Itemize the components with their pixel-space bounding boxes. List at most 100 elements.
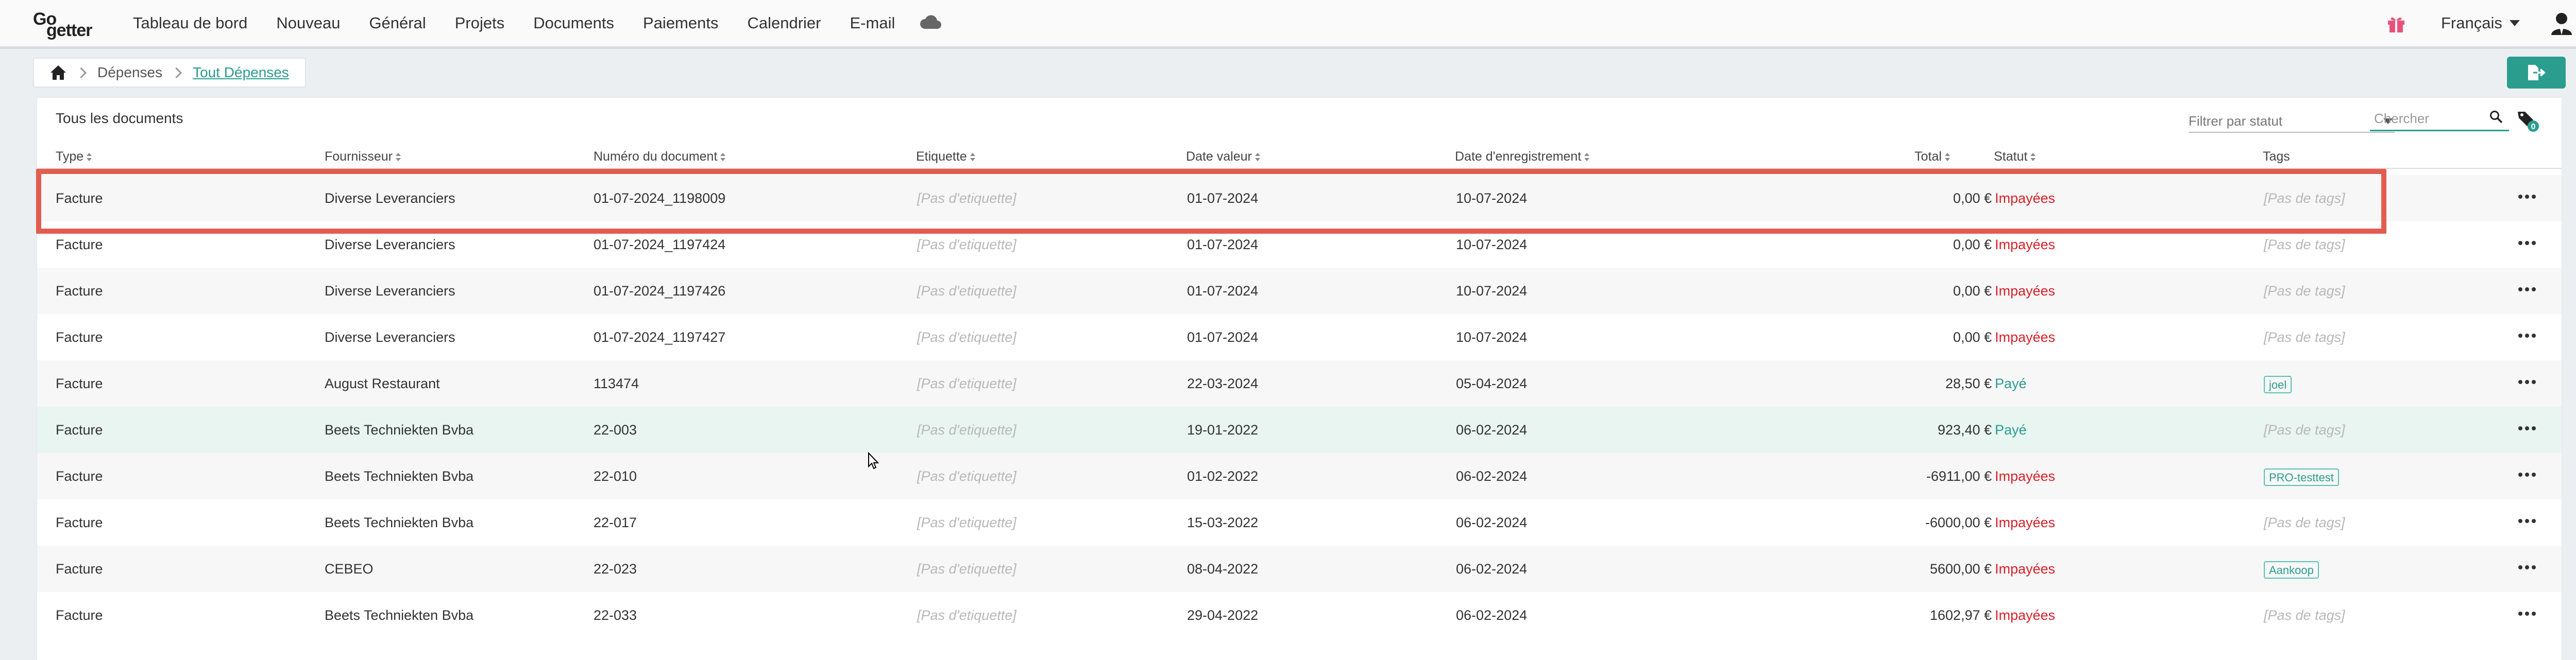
cell-document-number: 01-07-2024_1197424 bbox=[594, 237, 726, 252]
column-header-label: Fournisseur bbox=[325, 149, 393, 164]
cell-value-date: 22-03-2024 bbox=[1187, 376, 1259, 391]
dot bbox=[2532, 426, 2536, 430]
cell-supplier: Diverse Leveranciers bbox=[325, 237, 455, 252]
home-icon[interactable] bbox=[49, 64, 67, 81]
search-icon[interactable] bbox=[2489, 110, 2503, 124]
gift-icon[interactable] bbox=[2386, 14, 2406, 33]
main-menu: Tableau de bord Nouveau Général Projets … bbox=[133, 0, 924, 46]
more-options-icon[interactable] bbox=[2518, 380, 2536, 385]
more-options-icon[interactable] bbox=[2518, 426, 2536, 431]
language-label: Français bbox=[2441, 14, 2502, 32]
language-selector[interactable]: Français bbox=[2441, 14, 2520, 32]
sort-icon bbox=[87, 152, 92, 161]
more-options-icon[interactable] bbox=[2518, 334, 2536, 339]
cell-total: -6000,00 € bbox=[1925, 515, 1992, 530]
cell-label: [Pas d'etiquette] bbox=[917, 329, 1016, 345]
nav-item-email[interactable]: E-mail bbox=[850, 14, 895, 32]
cell-total: 0,00 € bbox=[1953, 190, 1992, 206]
table-row[interactable]: Facture Beets Techniekten Bvba 22-003 [Pas … bbox=[37, 407, 2562, 453]
cell-value-date: 15-03-2022 bbox=[1187, 515, 1259, 530]
cell-registration-date: 06-02-2024 bbox=[1456, 607, 1528, 623]
sort-icon bbox=[2030, 152, 2036, 161]
nav-item-payments[interactable]: Paiements bbox=[643, 14, 718, 32]
table-row[interactable]: Facture Diverse Leveranciers 01-07-2024_11… bbox=[37, 175, 2562, 221]
table-row[interactable]: Facture August Restaurant 113474 [Pas d'eti… bbox=[37, 360, 2562, 407]
more-options-icon[interactable] bbox=[2518, 519, 2536, 524]
sort-icon bbox=[1255, 152, 1260, 161]
column-header-status[interactable]: Statut bbox=[1994, 149, 2036, 164]
dot bbox=[2518, 565, 2522, 569]
cell-total: 0,00 € bbox=[1953, 237, 1992, 252]
cell-document-number: 22-017 bbox=[594, 515, 637, 530]
nav-item-dashboard[interactable]: Tableau de bord bbox=[133, 14, 247, 32]
status-filter-select[interactable]: Filtrer par statut bbox=[2189, 110, 2395, 133]
column-header-tags: Tags bbox=[2263, 149, 2290, 164]
nav-item-projects[interactable]: Projets bbox=[455, 14, 504, 32]
mouse-cursor-icon bbox=[868, 452, 879, 470]
column-header-total[interactable]: Total bbox=[1914, 149, 1950, 164]
tag-chip[interactable]: PRO-testtest bbox=[2264, 468, 2339, 486]
tag-chip[interactable]: joel bbox=[2264, 375, 2292, 393]
cell-supplier: August Restaurant bbox=[325, 376, 440, 391]
column-header-supplier[interactable]: Fournisseur bbox=[325, 149, 401, 164]
cell-type: Facture bbox=[56, 329, 103, 345]
column-header-value-date[interactable]: Date valeur bbox=[1186, 149, 1260, 164]
cell-document-number: 22-010 bbox=[594, 468, 637, 484]
nav-item-general[interactable]: Général bbox=[369, 14, 426, 32]
dot bbox=[2518, 380, 2522, 384]
more-options-icon[interactable] bbox=[2518, 565, 2536, 570]
more-options-icon[interactable] bbox=[2518, 473, 2536, 478]
column-header-document-number[interactable]: Numéro du document bbox=[594, 149, 726, 164]
chevron-down-icon bbox=[2509, 20, 2520, 26]
dot bbox=[2532, 473, 2536, 477]
cell-tags: [Pas de tags] bbox=[2264, 237, 2345, 252]
cell-total: 923,40 € bbox=[1937, 422, 1992, 438]
search-input[interactable] bbox=[2370, 110, 2482, 127]
breadcrumb-item-all-expenses[interactable]: Tout Dépenses bbox=[193, 64, 289, 81]
tag-chip[interactable]: Aankoop bbox=[2264, 561, 2319, 579]
cell-value-date: 29-04-2022 bbox=[1187, 607, 1259, 623]
column-header-label: Total bbox=[1914, 149, 1942, 164]
export-button[interactable] bbox=[2507, 57, 2566, 89]
nav-item-calendar[interactable]: Calendrier bbox=[747, 14, 821, 32]
cell-document-number: 01-07-2024_1198009 bbox=[594, 190, 726, 206]
cell-type: Facture bbox=[56, 190, 103, 206]
column-header-label-tag[interactable]: Etiquette bbox=[916, 149, 975, 164]
table-row[interactable]: Facture Beets Techniekten Bvba 22-033 [Pas … bbox=[37, 592, 2562, 638]
breadcrumb-item-expenses[interactable]: Dépenses bbox=[97, 64, 162, 81]
cell-label: [Pas d'etiquette] bbox=[917, 515, 1016, 530]
dot bbox=[2532, 612, 2536, 616]
cell-value-date: 01-07-2024 bbox=[1187, 190, 1259, 206]
dot bbox=[2532, 287, 2536, 291]
table-row[interactable]: Facture Diverse Leveranciers 01-07-2024_11… bbox=[37, 268, 2562, 314]
column-header-label: Date d'enregistrement bbox=[1455, 149, 1582, 164]
table-row[interactable]: Facture Diverse Leveranciers 01-07-2024_11… bbox=[37, 314, 2562, 360]
table-row[interactable]: Facture Beets Techniekten Bvba 22-010 [Pas … bbox=[37, 453, 2562, 499]
table-row[interactable]: Facture Diverse Leveranciers 01-07-2024_11… bbox=[37, 221, 2562, 268]
column-header-label: Statut bbox=[1994, 149, 2028, 164]
cell-registration-date: 06-02-2024 bbox=[1456, 515, 1528, 530]
cell-status: Payé bbox=[1995, 376, 2027, 391]
cloud-icon[interactable] bbox=[919, 14, 942, 30]
column-header-label: Tags bbox=[2263, 149, 2290, 164]
table-row[interactable]: Facture CEBEO 22-023 [Pas d'etiquette] 08-04… bbox=[37, 546, 2562, 592]
cell-status: Impayées bbox=[1995, 607, 2056, 623]
tag-filter-icon[interactable]: 0 bbox=[2516, 109, 2540, 133]
more-options-icon[interactable] bbox=[2518, 241, 2536, 246]
nav-item-documents[interactable]: Documents bbox=[533, 14, 614, 32]
gogetter-logo[interactable]: Go getter bbox=[33, 9, 105, 40]
cell-supplier: Beets Techniekten Bvba bbox=[325, 468, 474, 484]
more-options-icon[interactable] bbox=[2518, 287, 2536, 292]
more-options-icon[interactable] bbox=[2518, 195, 2536, 200]
dot bbox=[2518, 334, 2522, 338]
more-options-icon[interactable] bbox=[2518, 612, 2536, 617]
cell-supplier: Diverse Leveranciers bbox=[325, 190, 455, 206]
column-header-type[interactable]: Type bbox=[56, 149, 92, 164]
cell-tags: [Pas de tags] bbox=[2264, 422, 2345, 438]
cell-document-number: 01-07-2024_1197427 bbox=[594, 329, 726, 345]
user-icon[interactable] bbox=[2550, 11, 2573, 36]
column-header-registration-date[interactable]: Date d'enregistrement bbox=[1455, 149, 1590, 164]
nav-item-new[interactable]: Nouveau bbox=[276, 14, 340, 32]
cell-status: Impayées bbox=[1995, 468, 2056, 484]
table-row[interactable]: Facture Beets Techniekten Bvba 22-017 [Pas … bbox=[37, 499, 2562, 546]
